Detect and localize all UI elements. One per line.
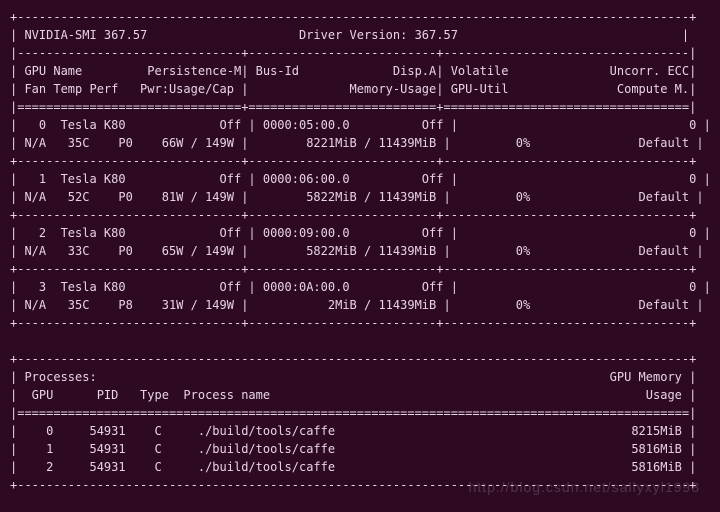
watermark-text: http://blog.csdn.net/sallyxyl1993	[469, 477, 700, 498]
nvidia-smi-output: +---------------------------------------…	[0, 0, 720, 502]
